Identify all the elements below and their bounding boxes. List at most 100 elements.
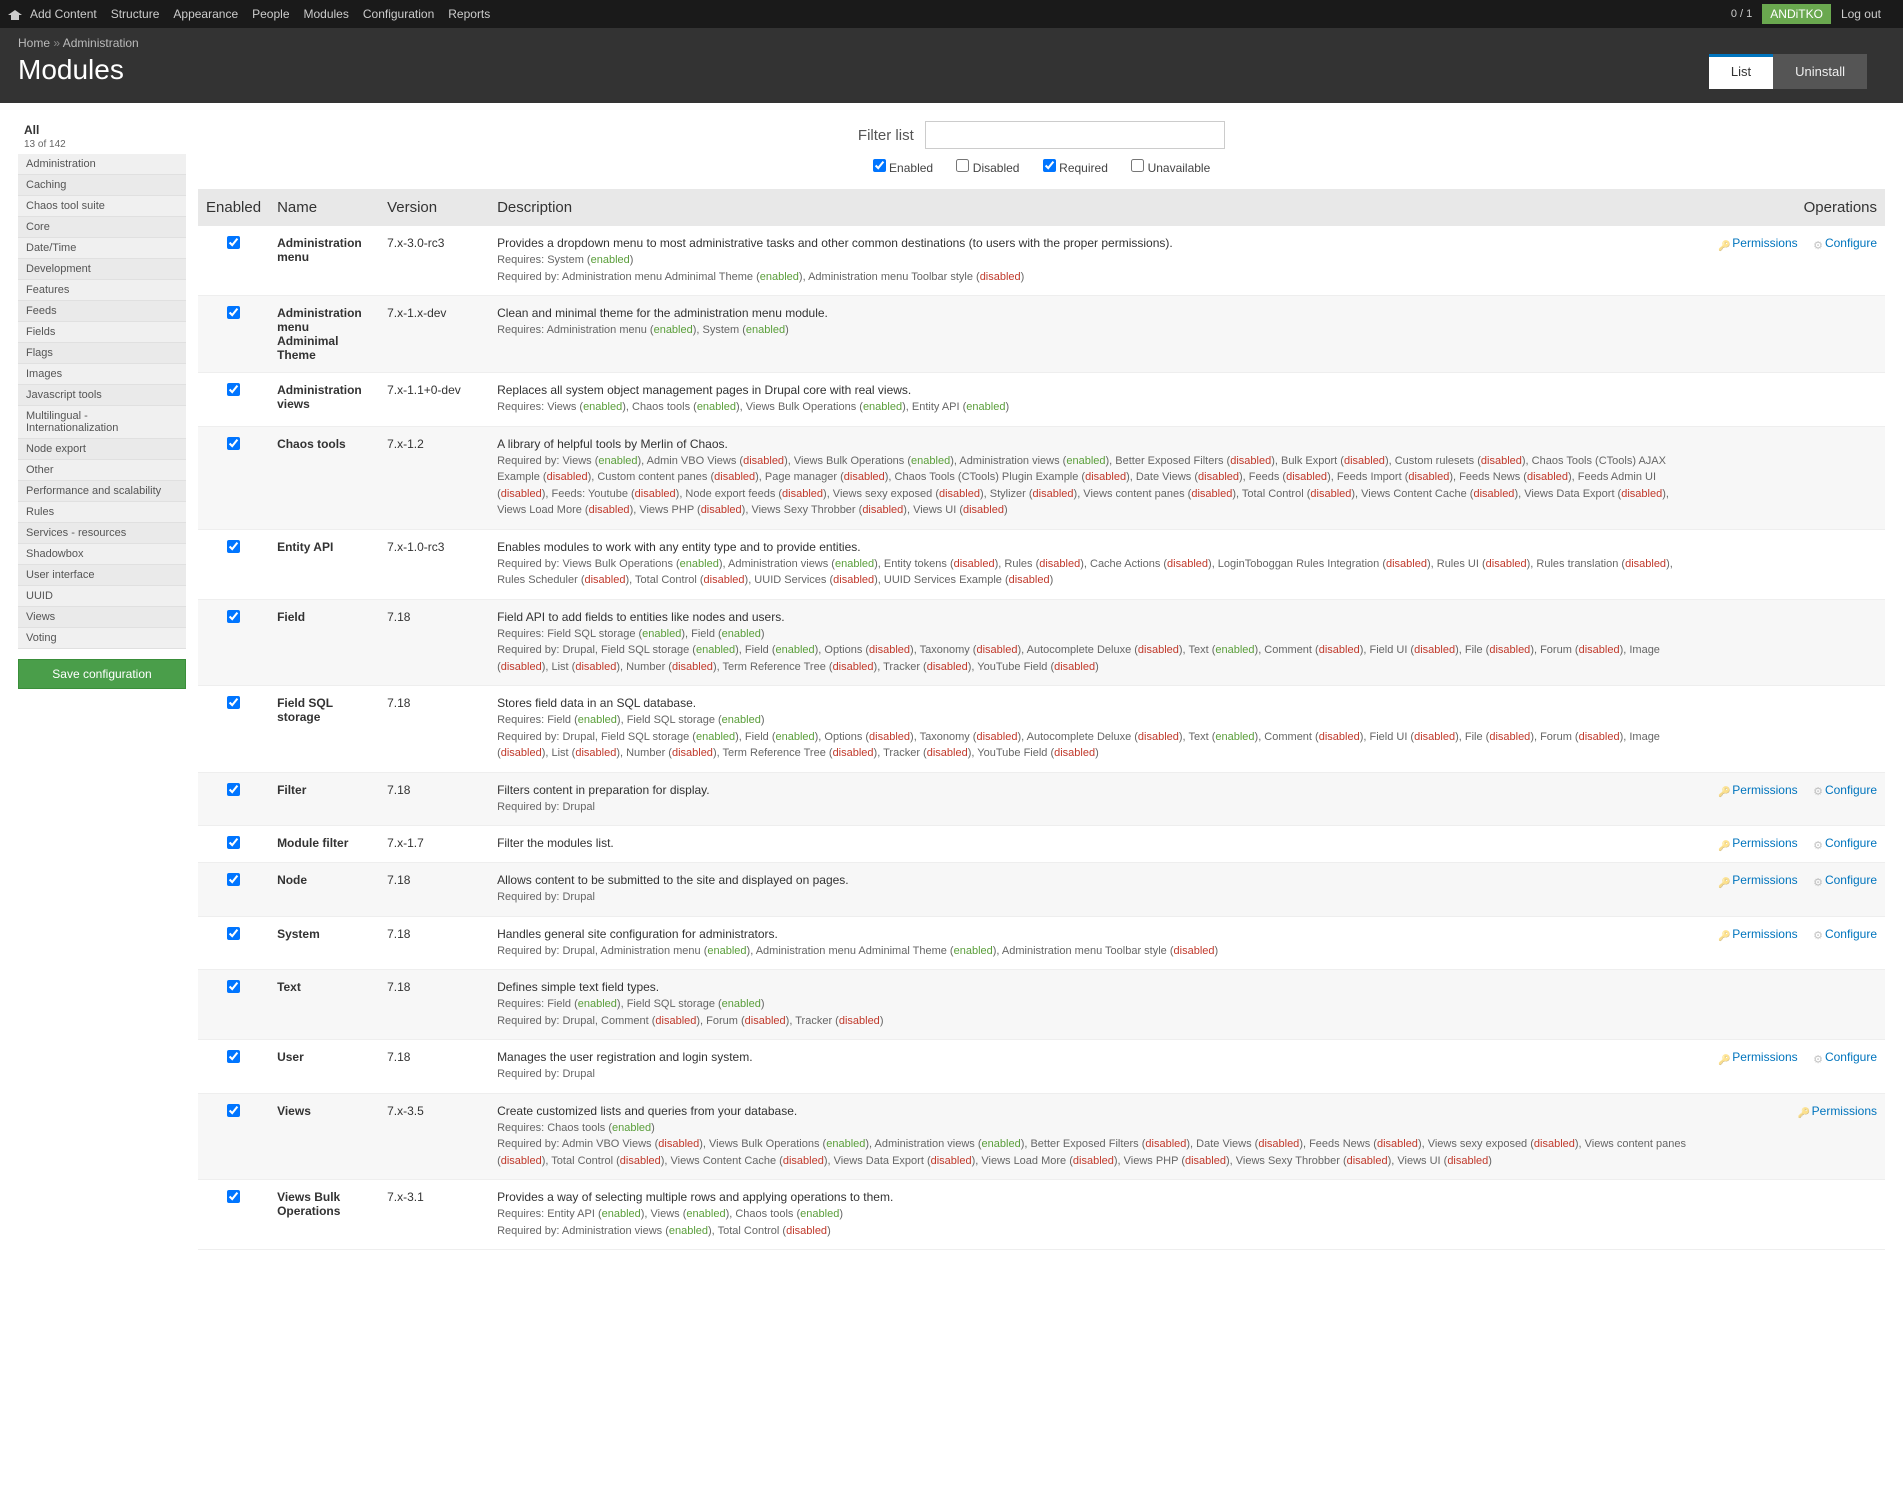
logout-link[interactable]: Log out	[1841, 7, 1881, 21]
sidebar-item[interactable]: Multilingual - Internationalization	[18, 406, 186, 439]
th-description: Description	[489, 189, 1700, 226]
toolbar-item[interactable]: Configuration	[363, 7, 434, 21]
bc-admin[interactable]: Administration	[63, 36, 139, 50]
enable-checkbox[interactable]	[227, 610, 240, 623]
configure-link[interactable]: Configure	[1811, 873, 1877, 887]
sidebar-item[interactable]: Rules	[18, 502, 186, 523]
th-operations: Operations	[1700, 189, 1885, 226]
check-unavailable[interactable]	[1131, 159, 1144, 172]
tab-list[interactable]: List	[1709, 54, 1773, 89]
module-row: Module filter 7.x-1.7 Filter the modules…	[198, 826, 1885, 863]
enable-checkbox[interactable]	[227, 437, 240, 450]
permissions-link[interactable]: Permissions	[1718, 1050, 1797, 1064]
user-badge[interactable]: ANDiTKO	[1762, 4, 1831, 24]
module-row: Administration views 7.x-1.1+0-dev Repla…	[198, 373, 1885, 427]
sidebar-item[interactable]: Date/Time	[18, 238, 186, 259]
configure-link[interactable]: Configure	[1811, 783, 1877, 797]
module-version: 7.x-1.7	[379, 826, 489, 863]
home-icon[interactable]	[8, 7, 22, 21]
configure-link[interactable]: Configure	[1811, 1050, 1877, 1064]
configure-link[interactable]: Configure	[1811, 836, 1877, 850]
gear-icon	[1811, 928, 1823, 940]
sidebar-item[interactable]: User interface	[18, 565, 186, 586]
toolbar-item[interactable]: Modules	[304, 7, 349, 21]
module-name: Text	[269, 970, 379, 1040]
configure-link[interactable]: Configure	[1811, 236, 1877, 250]
sidebar-item[interactable]: Javascript tools	[18, 385, 186, 406]
sidebar-item[interactable]: Other	[18, 460, 186, 481]
module-name: Filter	[269, 772, 379, 826]
sidebar-item[interactable]: Features	[18, 280, 186, 301]
gear-icon	[1811, 784, 1823, 796]
key-icon	[1798, 1105, 1810, 1117]
th-enabled: Enabled	[198, 189, 269, 226]
enable-checkbox[interactable]	[227, 236, 240, 249]
check-disabled[interactable]	[956, 159, 969, 172]
toolbar-item[interactable]: People	[252, 7, 289, 21]
toolbar-item[interactable]: Structure	[111, 7, 160, 21]
module-row: Filter 7.18 Filters content in preparati…	[198, 772, 1885, 826]
module-name: Views Bulk Operations	[269, 1180, 379, 1250]
toolbar-item[interactable]: Appearance	[173, 7, 238, 21]
enable-checkbox[interactable]	[227, 306, 240, 319]
enable-checkbox[interactable]	[227, 1190, 240, 1203]
module-version: 7.18	[379, 599, 489, 686]
module-row: Views Bulk Operations 7.x-3.1 Provides a…	[198, 1180, 1885, 1250]
save-button[interactable]: Save configuration	[18, 659, 186, 689]
tab-uninstall[interactable]: Uninstall	[1773, 54, 1867, 89]
check-enabled[interactable]	[873, 159, 886, 172]
toolbar-item[interactable]: Reports	[448, 7, 490, 21]
module-name: User	[269, 1040, 379, 1094]
permissions-link[interactable]: Permissions	[1718, 873, 1797, 887]
admin-toolbar: Add Content Structure Appearance People Modu…	[0, 0, 1903, 28]
sidebar-item[interactable]: Voting	[18, 628, 186, 649]
permissions-link[interactable]: Permissions	[1718, 836, 1797, 850]
permissions-link[interactable]: Permissions	[1718, 927, 1797, 941]
sidebar-item[interactable]: Administration	[18, 154, 186, 175]
sidebar-item[interactable]: Development	[18, 259, 186, 280]
enable-checkbox[interactable]	[227, 836, 240, 849]
module-description: Handles general site configuration for a…	[489, 916, 1700, 970]
sidebar: All 13 of 142 AdministrationCachingChaos…	[18, 121, 186, 1250]
module-ops: Permissions Configure	[1700, 826, 1885, 863]
bc-home[interactable]: Home	[18, 36, 50, 50]
enable-checkbox[interactable]	[227, 980, 240, 993]
key-icon	[1718, 784, 1730, 796]
configure-link[interactable]: Configure	[1811, 927, 1877, 941]
module-row: Node 7.18 Allows content to be submitted…	[198, 863, 1885, 917]
gear-icon	[1811, 1052, 1823, 1064]
sidebar-item[interactable]: Fields	[18, 322, 186, 343]
check-required[interactable]	[1043, 159, 1056, 172]
sidebar-item[interactable]: Node export	[18, 439, 186, 460]
sidebar-item[interactable]: Views	[18, 607, 186, 628]
sidebar-item[interactable]: Chaos tool suite	[18, 196, 186, 217]
enable-checkbox[interactable]	[227, 1104, 240, 1117]
sidebar-item[interactable]: Feeds	[18, 301, 186, 322]
sidebar-item[interactable]: Caching	[18, 175, 186, 196]
enable-checkbox[interactable]	[227, 873, 240, 886]
sidebar-item[interactable]: Flags	[18, 343, 186, 364]
enable-checkbox[interactable]	[227, 927, 240, 940]
enable-checkbox[interactable]	[227, 783, 240, 796]
filter-all[interactable]: All	[18, 121, 186, 139]
module-version: 7.18	[379, 863, 489, 917]
permissions-link[interactable]: Permissions	[1798, 1104, 1877, 1118]
permissions-link[interactable]: Permissions	[1718, 236, 1797, 250]
sidebar-item[interactable]: Images	[18, 364, 186, 385]
permissions-link[interactable]: Permissions	[1718, 783, 1797, 797]
enable-checkbox[interactable]	[227, 1050, 240, 1063]
enable-checkbox[interactable]	[227, 696, 240, 709]
sidebar-item[interactable]: UUID	[18, 586, 186, 607]
enable-checkbox[interactable]	[227, 540, 240, 553]
module-description: A library of helpful tools by Merlin of …	[489, 426, 1700, 529]
sidebar-item[interactable]: Services - resources	[18, 523, 186, 544]
enable-checkbox[interactable]	[227, 383, 240, 396]
toolbar-item[interactable]: Add Content	[30, 7, 97, 21]
sidebar-item[interactable]: Performance and scalability	[18, 481, 186, 502]
sidebar-item[interactable]: Core	[18, 217, 186, 238]
filter-input[interactable]	[925, 121, 1225, 149]
module-version: 7.x-1.x-dev	[379, 296, 489, 373]
module-row: Administration menu 7.x-3.0-rc3 Provides…	[198, 226, 1885, 296]
gear-icon	[1811, 838, 1823, 850]
sidebar-item[interactable]: Shadowbox	[18, 544, 186, 565]
